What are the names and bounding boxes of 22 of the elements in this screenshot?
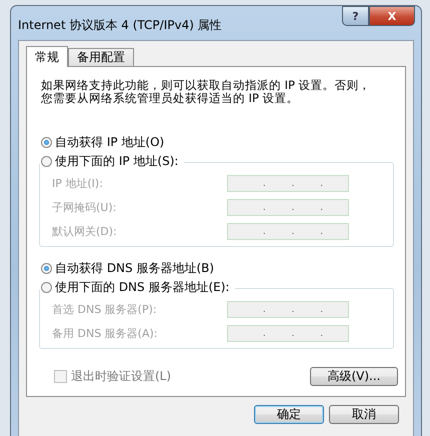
dialog-button[interactable]: 确定: [254, 405, 324, 424]
description-text: 如果网络支持此功能，则可以获取自动指派的 IP 设置。否则，您需要从网络系统管理员处获得适当的 IP 设置。: [41, 79, 372, 105]
dialog-button[interactable]: 取消: [329, 405, 399, 424]
field-label: 默认网关(D):: [52, 224, 118, 239]
radio-label[interactable]: 自动获得 IP 地址(O): [55, 134, 164, 151]
field-label: 备用 DNS 服务器(A):: [52, 326, 158, 341]
radio-label[interactable]: 使用下面的 DNS 服务器地址(E):: [55, 279, 230, 296]
field-label: IP 地址(I):: [52, 176, 104, 191]
advanced-button[interactable]: 高级(V)...: [310, 367, 398, 386]
tab[interactable]: 常规: [26, 46, 68, 67]
radio-button[interactable]: [41, 282, 52, 293]
close-button[interactable]: X: [369, 6, 415, 26]
radio-label[interactable]: 使用下面的 IP 地址(S):: [55, 153, 178, 170]
help-button[interactable]: ?: [342, 6, 369, 26]
tab[interactable]: 备用配置: [68, 48, 134, 66]
field-label: 首选 DNS 服务器(P):: [52, 302, 158, 317]
field-label: 子网掩码(U):: [52, 200, 118, 215]
radio-button[interactable]: [41, 137, 52, 148]
radio-label[interactable]: 自动获得 DNS 服务器地址(B): [55, 260, 214, 277]
window-title: Internet 协议版本 4 (TCP/IPv4) 属性: [18, 17, 223, 34]
radio-button[interactable]: [41, 156, 52, 167]
radio-button[interactable]: [41, 263, 52, 274]
